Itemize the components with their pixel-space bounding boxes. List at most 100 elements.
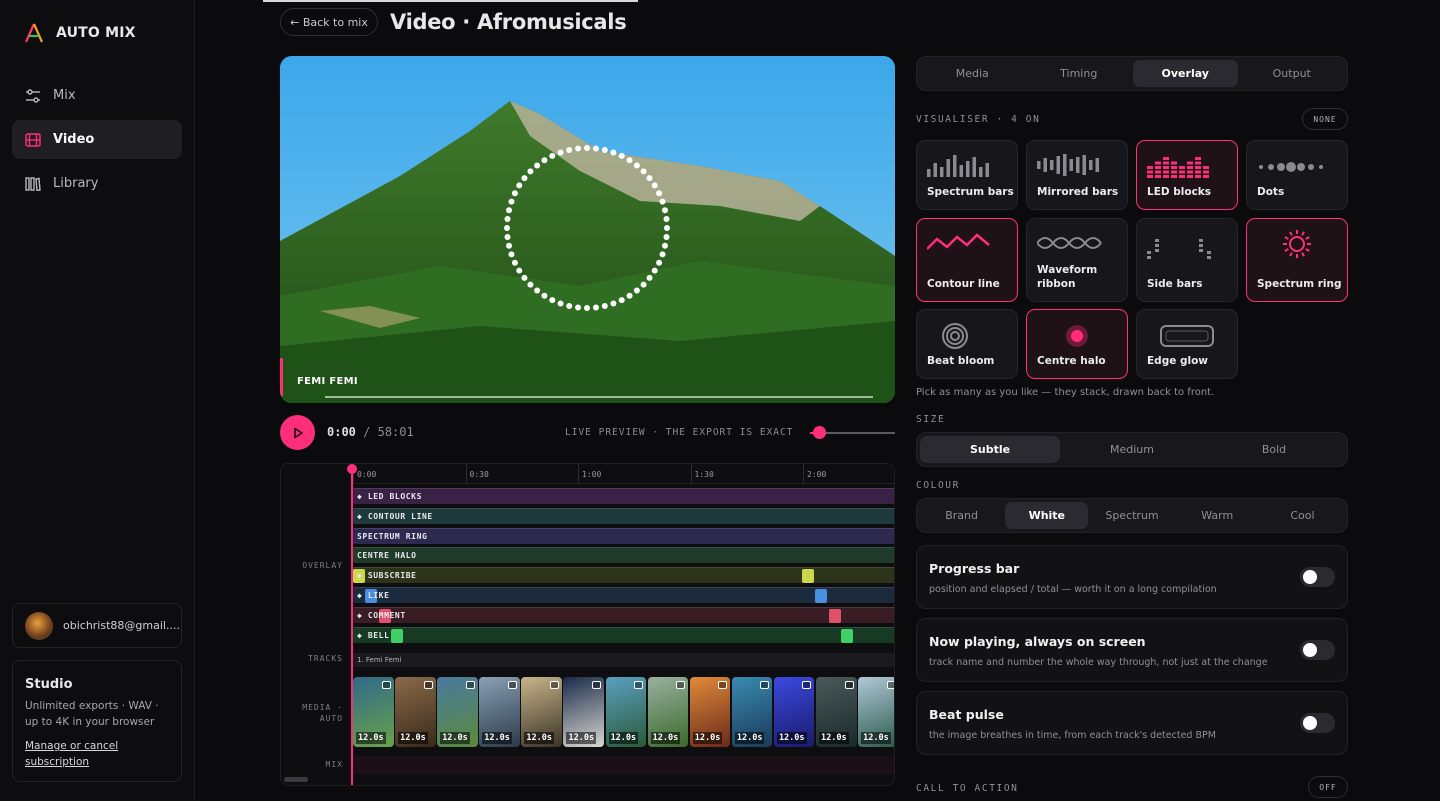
cta-marker[interactable] xyxy=(841,628,853,643)
ruler-tick: 1:00 xyxy=(578,464,601,484)
visualiser-label: LED blocks xyxy=(1147,186,1212,198)
overlay-lane[interactable]: ◆ COMMENT xyxy=(353,606,894,623)
volume-knob[interactable] xyxy=(812,426,826,439)
colour-option-brand[interactable]: Brand xyxy=(920,502,1003,529)
media-clip[interactable]: 12.0s xyxy=(816,677,857,747)
media-clip[interactable]: 12.0s xyxy=(858,677,894,747)
account-button[interactable]: obichrist88@gmail.... xyxy=(12,603,182,648)
ring-dot xyxy=(663,233,670,240)
colour-option-white[interactable]: White xyxy=(1005,502,1089,529)
back-to-mix-button[interactable]: ← Back to mix xyxy=(280,8,378,36)
media-clip[interactable]: 12.0s xyxy=(689,677,731,747)
media-clip[interactable]: 12.0s xyxy=(605,677,647,747)
nav-item-video[interactable]: Video xyxy=(12,120,182,159)
track-lane[interactable]: 1. Femi Femi xyxy=(353,653,894,667)
media-clip[interactable]: 12.0s xyxy=(563,677,604,747)
media-clip[interactable]: 12.0s xyxy=(731,677,773,747)
visualiser-spectrum-ring[interactable]: Spectrum ring xyxy=(1246,218,1348,302)
visualiser-none-button[interactable]: NONE xyxy=(1302,108,1348,130)
visualiser-waveform-ribbon[interactable]: Waveform ribbon xyxy=(1026,218,1128,302)
tab-output[interactable]: Output xyxy=(1240,60,1345,87)
visualiser-label: Mirrored bars xyxy=(1037,186,1119,198)
volume-slider[interactable] xyxy=(810,426,895,439)
visualiser-centre-halo[interactable]: Centre halo xyxy=(1026,309,1128,379)
media-clip[interactable]: 12.0s xyxy=(353,677,394,747)
overlay-lane[interactable]: ◆ LIKE xyxy=(353,587,894,603)
toggle-card: Beat pulse the image breathes in time, fr… xyxy=(916,691,1348,755)
visualiser-mirrored-bars[interactable]: Mirrored bars xyxy=(1026,140,1128,210)
cta-marker[interactable] xyxy=(829,608,841,623)
tab-media[interactable]: Media xyxy=(920,60,1025,87)
tab-timing[interactable]: Timing xyxy=(1027,60,1132,87)
nav-item-mix[interactable]: Mix xyxy=(12,76,182,115)
visualiser-side-bars[interactable]: Side bars xyxy=(1136,218,1238,302)
media-clip[interactable]: 12.0s xyxy=(521,677,562,747)
timeline[interactable]: 0:00 0:30 1:00 1:30 2:00 OVERLAY ◆ LED BLOCK… xyxy=(280,463,895,786)
toggle-desc: track name and number the whole way thro… xyxy=(929,657,1268,668)
ring-dot xyxy=(626,292,633,299)
colour-option-warm[interactable]: Warm xyxy=(1176,502,1259,529)
size-option-subtle[interactable]: Subtle xyxy=(920,436,1060,463)
mirrored-bars-icon xyxy=(1037,154,1099,176)
plan-desc: Unlimited exports · WAV · up to 4K in yo… xyxy=(25,700,159,728)
media-clip[interactable]: 12.0s xyxy=(773,677,815,747)
overlay-lane[interactable]: ◆ SUBSCRIBE xyxy=(353,567,894,584)
timeline-scrollbar[interactable] xyxy=(284,777,308,782)
media-clip[interactable]: 12.0s xyxy=(395,677,436,747)
playhead[interactable] xyxy=(347,464,357,785)
media-clip[interactable]: 12.0s xyxy=(647,677,689,747)
cta-marker[interactable] xyxy=(815,589,827,603)
toggle-switch[interactable] xyxy=(1300,640,1335,660)
tab-overlay[interactable]: Overlay xyxy=(1133,60,1238,87)
manage-subscription-link[interactable]: Manage or cancel subscription xyxy=(25,738,169,770)
toggle-switch[interactable] xyxy=(1300,713,1335,733)
playhead-handle[interactable] xyxy=(347,464,357,474)
ring-dot xyxy=(506,207,513,214)
media-clip[interactable]: 12.0s xyxy=(479,677,520,747)
ring-dot xyxy=(618,152,625,159)
overlay-lane[interactable]: ◆ CONTOUR LINE xyxy=(353,507,894,524)
size-option-bold[interactable]: Bold xyxy=(1204,436,1344,463)
time-ruler[interactable]: 0:00 0:30 1:00 1:30 2:00 xyxy=(353,464,894,484)
ring-dot xyxy=(656,190,663,197)
now-playing-marker xyxy=(280,358,283,396)
colour-option-spectrum[interactable]: Spectrum xyxy=(1090,502,1173,529)
cta-marker[interactable] xyxy=(802,569,814,584)
video-preview[interactable]: FEMI FEMI xyxy=(280,56,895,403)
visualiser-spectrum-bars[interactable]: Spectrum bars xyxy=(916,140,1018,210)
spectrum-ring-icon xyxy=(1283,230,1311,258)
size-option-medium[interactable]: Medium xyxy=(1062,436,1202,463)
media-clip[interactable]: 12.0s xyxy=(437,677,478,747)
overlay-lane[interactable]: ◆ LED BLOCKS xyxy=(353,488,894,504)
ring-dot xyxy=(592,145,599,152)
app-logo[interactable]: AUTO MIX xyxy=(24,22,136,44)
current-time: 0:00 xyxy=(327,425,356,439)
visualiser-led-blocks[interactable]: LED blocks xyxy=(1136,140,1238,210)
visualiser-dots[interactable]: Dots xyxy=(1246,140,1348,210)
cta-state-button[interactable]: OFF xyxy=(1308,776,1348,798)
overlay-lane[interactable]: CENTRE HALO xyxy=(353,547,894,564)
cta-marker[interactable] xyxy=(391,628,403,643)
colour-option-cool[interactable]: Cool xyxy=(1261,502,1344,529)
total-time: / 58:01 xyxy=(363,425,414,439)
ring-dot xyxy=(504,216,511,223)
clip-type-icon xyxy=(381,681,391,689)
ring-dot xyxy=(557,149,564,156)
centre-halo-icon xyxy=(1066,325,1088,347)
ring-dot xyxy=(651,182,658,189)
lane-label: CENTRE HALO xyxy=(357,551,417,561)
mix-lane[interactable] xyxy=(353,756,894,774)
visualiser-beat-bloom[interactable]: Beat bloom xyxy=(916,309,1018,379)
overlay-lane[interactable]: ◆ BELL xyxy=(353,626,894,643)
overlay-lane[interactable]: SPECTRUM RING xyxy=(353,527,894,544)
side-bars-icon xyxy=(1147,239,1211,259)
visualiser-edge-glow[interactable]: Edge glow xyxy=(1136,309,1238,379)
visualiser-contour-line[interactable]: Contour line xyxy=(916,218,1018,302)
ring-dot xyxy=(557,300,564,307)
ring-dot xyxy=(656,259,663,266)
nav-item-library[interactable]: Library xyxy=(12,164,182,203)
play-button[interactable] xyxy=(280,415,315,450)
visualiser-label: Side bars xyxy=(1147,278,1203,290)
ring-dot xyxy=(664,225,670,231)
toggle-switch[interactable] xyxy=(1300,567,1335,587)
